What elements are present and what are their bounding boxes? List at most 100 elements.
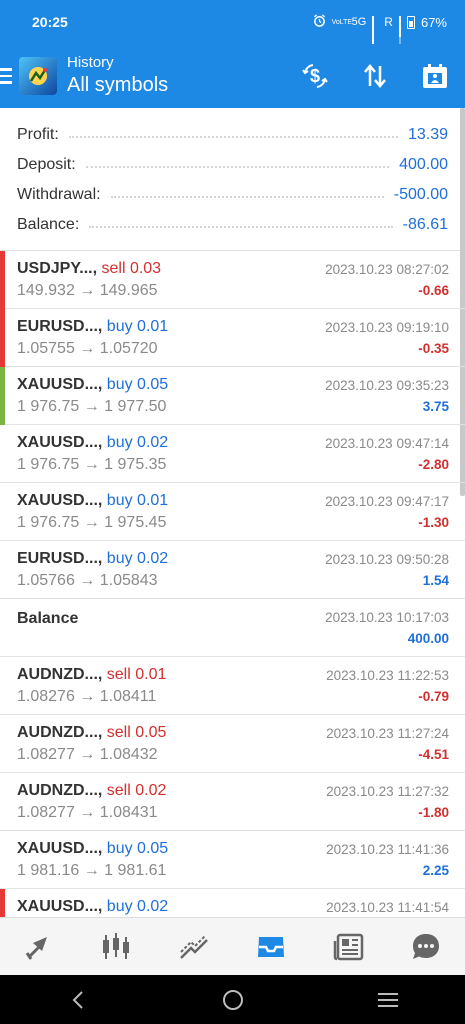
deal-marker <box>0 889 5 917</box>
network-label: 5G <box>351 16 367 28</box>
deal-prices: 149.932 → 149.965 <box>17 282 158 299</box>
deal-row[interactable]: EURUSD..., buy 0.02 1.05766 → 1.05843 2023… <box>0 541 465 599</box>
deal-symbol: Balance <box>17 610 79 627</box>
nav-chart[interactable] <box>91 922 141 972</box>
summary-value: -86.61 <box>402 216 448 233</box>
deal-row[interactable]: XAUUSD..., buy 0.01 1 976.75 → 1 975.45 20… <box>0 483 465 541</box>
app-bar: History All symbols $ <box>0 44 465 108</box>
deal-time: 2023.10.23 09:47:14 <box>325 436 449 451</box>
nav-trade[interactable] <box>169 922 219 972</box>
deal-side: buy 0.05 <box>106 376 169 393</box>
system-nav-bar <box>0 975 465 1024</box>
deal-time: 2023.10.23 08:27:02 <box>325 262 449 277</box>
alarm-icon <box>313 14 326 30</box>
deal-marker <box>0 773 5 831</box>
home-button[interactable] <box>203 980 263 1020</box>
deal-side: buy 0.02 <box>106 434 169 451</box>
back-chevron-icon <box>72 990 83 1009</box>
nav-messages[interactable] <box>401 922 451 972</box>
deal-time: 2023.10.23 10:17:03 <box>325 610 449 625</box>
recents-lines-icon <box>377 992 398 1007</box>
roaming-label: R <box>384 15 393 29</box>
deal-prices: 1.08277 → 1.08432 <box>17 746 158 763</box>
deal-side: sell 0.05 <box>106 724 167 741</box>
deal-row-balance[interactable]: Balance 2023.10.23 10:17:03 400.00 <box>0 599 465 657</box>
status-time: 20:25 <box>32 14 68 30</box>
deal-marker <box>0 715 5 773</box>
deal-marker <box>0 541 5 599</box>
deal-profit: 400.00 <box>407 631 449 646</box>
back-button[interactable] <box>48 980 108 1020</box>
summary-profit-row: Profit: 13.39 <box>0 120 460 150</box>
nav-news[interactable] <box>324 922 374 972</box>
deal-profit: -1.30 <box>418 515 449 530</box>
status-bar: 20:25 VoLTE 5G R 67% <box>0 0 465 49</box>
deal-marker <box>0 309 5 367</box>
deal-symbol: XAUUSD..., <box>17 840 103 857</box>
deal-row[interactable]: AUDNZD..., sell 0.01 1.08276 → 1.08411 202… <box>0 657 465 715</box>
arrows-updown-icon <box>25 936 47 960</box>
deal-profit: 1.54 <box>422 573 449 588</box>
deal-marker <box>0 483 5 541</box>
currency-exchange-icon: $ <box>302 64 328 88</box>
deal-marker <box>0 251 5 309</box>
deal-profit: -1.80 <box>418 805 449 820</box>
summary-panel: Profit: 13.39 Deposit: 400.00 Withdrawal… <box>0 108 460 251</box>
deal-row[interactable]: USDJPY..., sell 0.03 149.932 → 149.965 202… <box>0 251 465 309</box>
deal-prices: 1 976.75 → 1 975.45 <box>17 514 167 531</box>
summary-label: Balance: <box>17 216 80 233</box>
chat-icon <box>413 933 440 959</box>
deal-row[interactable]: XAUUSD..., buy 0.02 1 976.75 → 1 975.35 20… <box>0 425 465 483</box>
calendar-icon <box>423 64 447 88</box>
app-subtitle: History <box>67 54 114 71</box>
deal-symbol: XAUUSD..., <box>17 376 103 393</box>
nav-quotes[interactable] <box>14 922 64 972</box>
deal-marker <box>0 425 5 483</box>
deal-row[interactable]: EURUSD..., buy 0.01 1.05755 → 1.05720 2023… <box>0 309 465 367</box>
deal-symbol: USDJPY..., <box>17 260 98 277</box>
deal-side: sell 0.02 <box>106 782 167 799</box>
nav-history[interactable] <box>246 922 296 972</box>
deals-list: USDJPY..., sell 0.03 149.932 → 149.965 202… <box>0 251 465 917</box>
dotted-leader <box>89 226 393 228</box>
status-icons: VoLTE 5G R 67% <box>313 14 447 49</box>
candlestick-icon <box>103 932 130 959</box>
deal-side: buy 0.05 <box>106 840 169 857</box>
deal-row[interactable]: AUDNZD..., sell 0.02 1.08277 → 1.08431 202… <box>0 773 465 831</box>
deal-marker <box>0 657 5 715</box>
summary-balance-row: Balance: -86.61 <box>0 210 460 240</box>
summary-deposit-row: Deposit: 400.00 <box>0 150 460 180</box>
deal-profit: 2.25 <box>422 863 449 878</box>
deal-row[interactable]: XAUUSD..., buy 0.05 1 976.75 → 1 977.50 20… <box>0 367 465 425</box>
menu-icon[interactable] <box>0 44 14 108</box>
home-circle-icon <box>222 989 243 1010</box>
deal-time: 2023.10.23 09:35:23 <box>325 378 449 393</box>
summary-value: -500.00 <box>393 186 448 203</box>
deal-symbol: XAUUSD..., <box>17 434 103 451</box>
deal-profit: 3.75 <box>422 399 449 414</box>
deal-profit: -4.51 <box>418 747 449 762</box>
deal-row[interactable]: AUDNZD..., sell 0.05 1.08277 → 1.08432 202… <box>0 715 465 773</box>
deal-time: 2023.10.23 09:50:28 <box>325 552 449 567</box>
period-button[interactable] <box>405 44 465 108</box>
recents-button[interactable] <box>358 980 418 1020</box>
deal-time: 2023.10.23 11:41:54 <box>326 900 449 915</box>
deal-marker <box>0 831 5 889</box>
deal-symbol: EURUSD..., <box>17 318 103 335</box>
battery-level: 67% <box>420 14 447 30</box>
signal-icon <box>372 16 375 49</box>
deal-time: 2023.10.23 11:22:53 <box>326 668 449 683</box>
currency-filter-button[interactable]: $ <box>285 44 345 108</box>
deal-row[interactable]: XAUUSD..., buy 0.05 1 981.16 → 1 981.61 20… <box>0 831 465 889</box>
signal-icon-2 <box>398 16 401 49</box>
deal-profit: -2.80 <box>418 457 449 472</box>
app-titles: History All symbols <box>67 54 285 98</box>
sort-button[interactable] <box>345 44 405 108</box>
summary-withdrawal-row: Withdrawal: -500.00 <box>0 180 460 210</box>
sort-arrows-icon <box>364 64 386 88</box>
newspaper-icon <box>333 933 363 960</box>
deal-prices: 1.05766 → 1.05843 <box>17 572 158 589</box>
app-title[interactable]: All symbols <box>67 72 285 98</box>
deal-row[interactable]: XAUUSD..., buy 0.02 2023.10.23 11:41:54 <box>0 889 465 917</box>
bottom-nav <box>0 917 465 975</box>
